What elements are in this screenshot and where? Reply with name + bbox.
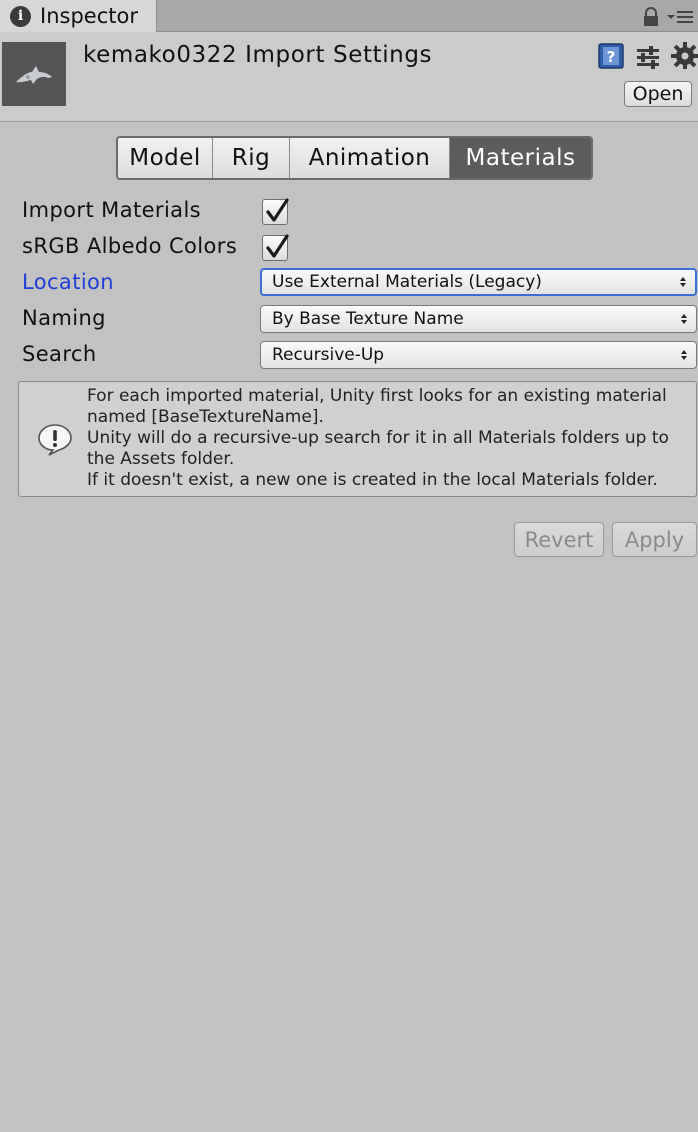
import-materials-label: Import Materials <box>22 198 202 222</box>
tab-rig[interactable]: Rig <box>213 138 290 178</box>
dropdown-arrows-icon <box>681 314 687 324</box>
help-text: For each imported material, Unity first … <box>87 386 692 491</box>
lock-icon[interactable] <box>642 7 660 27</box>
search-value: Recursive-Up <box>272 345 385 365</box>
info-exclamation-icon <box>38 424 72 456</box>
tab-inspector[interactable]: i Inspector <box>0 0 157 32</box>
help-line: the Assets folder. <box>87 449 235 469</box>
search-dropdown[interactable]: Recursive-Up <box>260 341 697 369</box>
naming-value: By Base Texture Name <box>272 309 464 329</box>
preset-sliders-icon[interactable] <box>635 44 661 70</box>
gear-icon[interactable] <box>671 42 698 69</box>
naming-dropdown[interactable]: By Base Texture Name <box>260 305 697 333</box>
srgb-albedo-label: sRGB Albedo Colors <box>22 234 238 258</box>
revert-button[interactable]: Revert <box>514 522 604 557</box>
help-line: named [BaseTextureName]. <box>87 407 324 427</box>
tab-animation[interactable]: Animation <box>290 138 450 178</box>
apply-button[interactable]: Apply <box>612 522 697 557</box>
model-icon <box>16 66 52 84</box>
svg-text:?: ? <box>607 48 616 66</box>
checkmark-icon <box>266 234 289 258</box>
import-materials-checkbox[interactable] <box>262 198 289 225</box>
tab-menu-icon[interactable] <box>666 8 694 26</box>
tab-strip: i Inspector <box>0 0 698 32</box>
tab-model[interactable]: Model <box>118 138 213 178</box>
search-label: Search <box>22 342 97 366</box>
location-dropdown[interactable]: Use External Materials (Legacy) <box>260 268 697 296</box>
location-value: Use External Materials (Legacy) <box>272 272 542 292</box>
help-book-icon[interactable]: ? <box>597 42 625 70</box>
model-preview-thumbnail <box>2 42 66 106</box>
naming-label: Naming <box>22 306 106 330</box>
open-button[interactable]: Open <box>624 81 692 107</box>
help-line: Unity will do a recursive-up search for … <box>87 428 669 448</box>
dropdown-arrows-icon <box>681 350 687 360</box>
help-box: For each imported material, Unity first … <box>18 381 697 497</box>
srgb-albedo-checkbox[interactable] <box>262 234 289 261</box>
tab-materials[interactable]: Materials <box>450 138 591 178</box>
page-title: kemako0322 Import Settings <box>83 42 433 68</box>
inspector-header: kemako0322 Import Settings ? Open <box>0 32 698 122</box>
tab-inspector-label: Inspector <box>40 4 138 28</box>
location-label: Location <box>22 270 115 294</box>
import-settings-toolbar: Model Rig Animation Materials <box>116 136 593 180</box>
info-icon: i <box>10 5 31 27</box>
dropdown-arrows-icon <box>680 277 686 287</box>
help-line: For each imported material, Unity first … <box>87 386 667 406</box>
help-line: If it doesn't exist, a new one is create… <box>87 470 658 490</box>
checkmark-icon <box>266 198 289 222</box>
